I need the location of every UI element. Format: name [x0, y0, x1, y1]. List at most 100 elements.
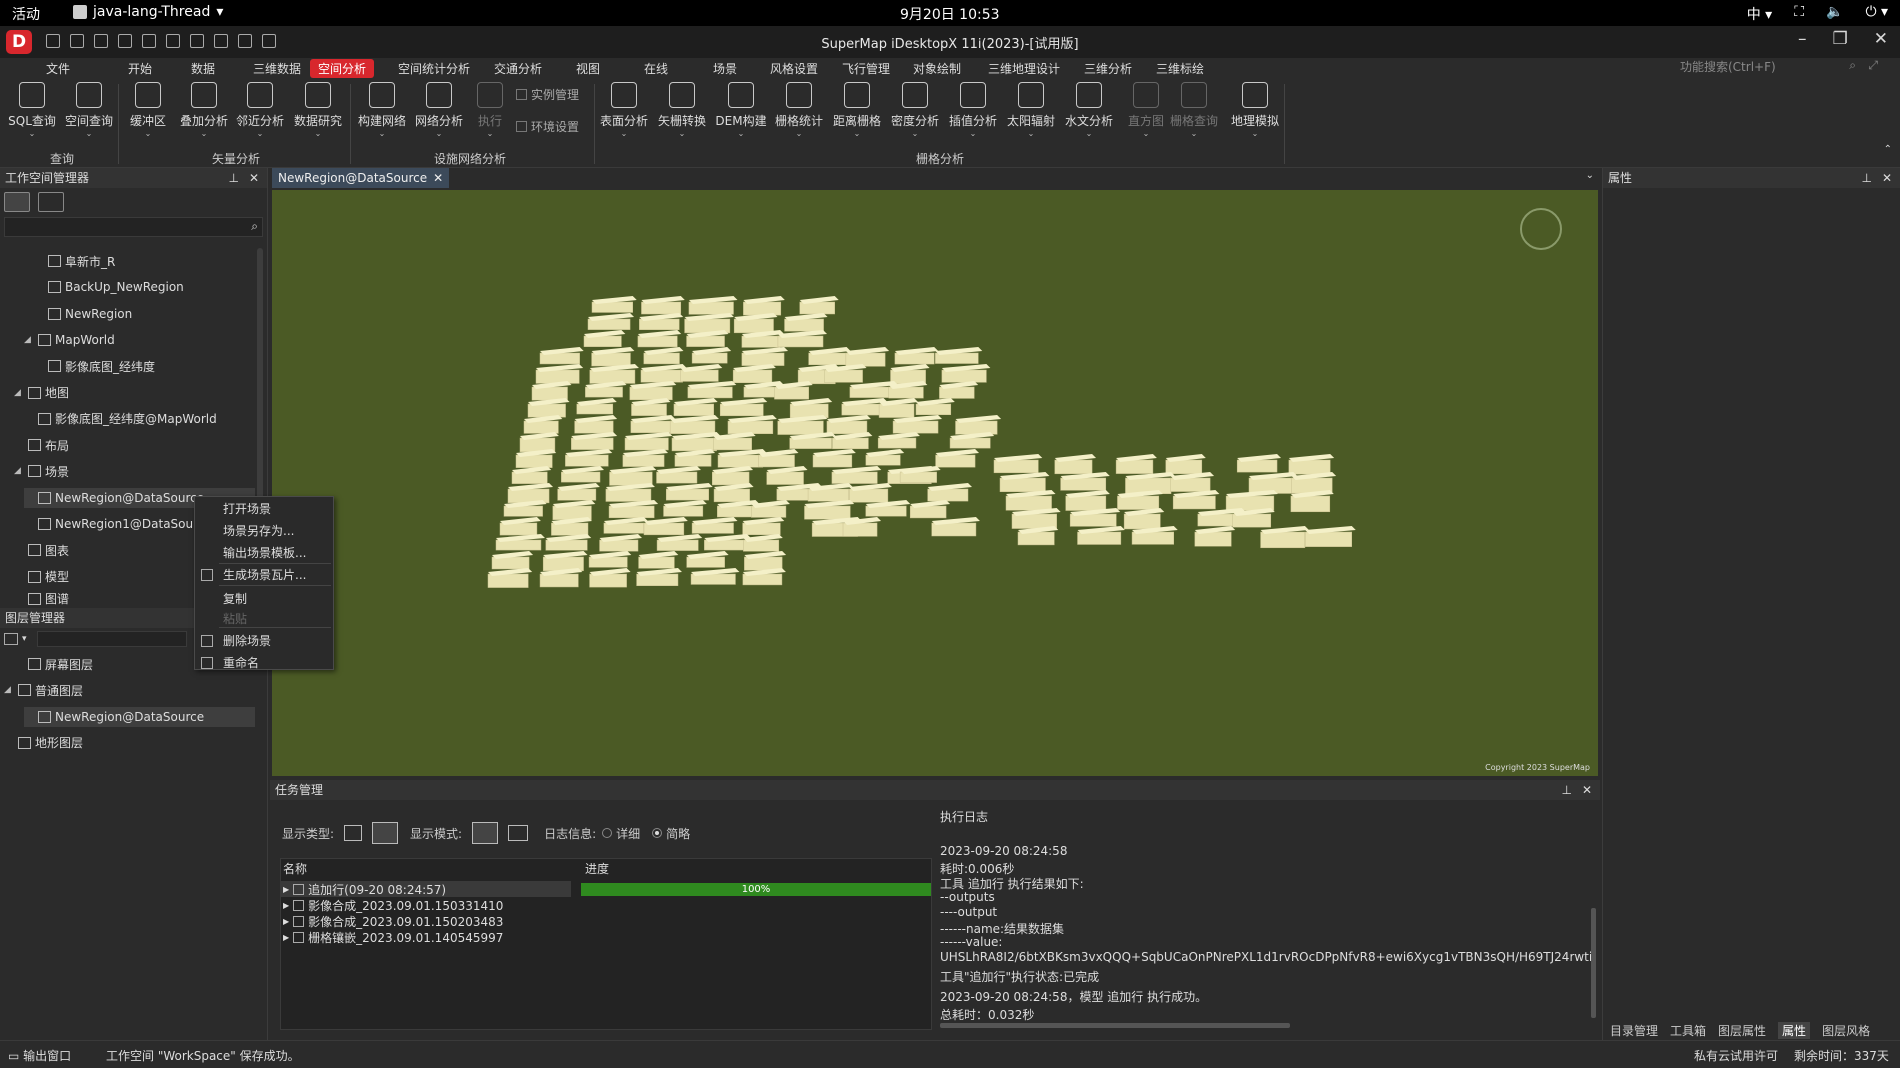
dropdown-arrow-icon[interactable]: ⌄ — [6, 129, 58, 138]
dropdown-arrow-icon[interactable]: ⌄ — [1229, 129, 1281, 138]
ribbon-tab[interactable]: 空间统计分析 — [390, 59, 478, 78]
context-menu-item[interactable]: 输出场景模板... — [195, 543, 333, 563]
input-method[interactable]: 中 ▾ — [1747, 4, 1772, 24]
tree-item[interactable]: ◢ 普通图层 — [4, 680, 255, 700]
context-menu-item[interactable]: 生成场景瓦片... — [195, 565, 333, 585]
log-horizontal-scrollbar[interactable] — [940, 1023, 1290, 1028]
chevron-down-icon[interactable]: ▾ — [22, 634, 27, 644]
app-menu[interactable]: java-lang-Thread ▾ — [73, 4, 223, 20]
column-header-progress[interactable]: 进度 — [585, 859, 609, 879]
tab-list-chevron-icon[interactable]: ⌄ — [1586, 170, 1594, 181]
ribbon-checkbox[interactable]: 环境设置 — [516, 118, 579, 135]
ribbon-button[interactable]: DEM构建 ⌄ — [715, 82, 767, 138]
search-icon[interactable]: ⌕ — [251, 219, 258, 234]
pin-icon[interactable]: ⊥ — [1562, 780, 1572, 800]
tree-item[interactable]: BackUp_NewRegion — [34, 277, 255, 297]
ribbon-button[interactable]: 叠加分析 ⌄ — [178, 82, 230, 138]
tree-scrollbar[interactable] — [257, 248, 263, 528]
ribbon-tab[interactable]: 在线 — [636, 59, 676, 78]
ribbon-tab[interactable]: 文件 — [38, 59, 78, 78]
tree-item[interactable]: ◢ MapWorld — [24, 330, 255, 350]
ribbon-tab[interactable]: 场景 — [705, 59, 745, 78]
tree-item[interactable]: ◢ 场景 — [14, 461, 255, 481]
dropdown-arrow-icon[interactable]: ⌄ — [413, 129, 465, 138]
expand-toggle-icon[interactable]: ◢ — [14, 388, 24, 398]
expand-arrow-icon[interactable]: ▶ — [283, 917, 289, 926]
maximize-icon[interactable]: ❐ — [1833, 29, 1848, 49]
output-window-button[interactable]: ▭ 输出窗口 — [8, 1047, 71, 1064]
expand-arrow-icon[interactable]: ▶ — [283, 901, 289, 910]
ribbon-tab[interactable]: 数据 — [183, 59, 223, 78]
dropdown-arrow-icon[interactable]: ⌄ — [178, 129, 230, 138]
context-menu-item[interactable]: 删除场景 — [195, 631, 333, 651]
ribbon-tab[interactable]: 三维分析 — [1076, 59, 1140, 78]
power-icon[interactable]: ⏻ ▾ — [1865, 4, 1888, 24]
ribbon-button[interactable]: 太阳辐射 ⌄ — [1005, 82, 1057, 138]
dropdown-arrow-icon[interactable]: ⌄ — [773, 129, 825, 138]
dropdown-arrow-icon[interactable]: ⌄ — [947, 129, 999, 138]
ribbon-button[interactable]: 构建网络 ⌄ — [356, 82, 408, 138]
ribbon-button[interactable]: 空间查询 ⌄ — [63, 82, 115, 138]
expand-arrow-icon[interactable]: ▶ — [283, 885, 289, 894]
close-panel-icon[interactable]: ✕ — [249, 168, 259, 188]
tree-item[interactable]: ◢ 地图 — [14, 383, 255, 403]
activities-button[interactable]: 活动 — [12, 4, 40, 24]
ribbon-button[interactable]: SQL查询 ⌄ — [6, 82, 58, 138]
ribbon-tab[interactable]: 三维地理设计 — [980, 59, 1068, 78]
log-type-icon[interactable] — [372, 822, 399, 844]
minimize-icon[interactable]: – — [1798, 29, 1807, 49]
column-mode-icon[interactable] — [508, 825, 529, 841]
context-menu-item[interactable]: 复制 — [195, 589, 333, 609]
ribbon-button[interactable]: 邻近分析 ⌄ — [234, 82, 286, 138]
tree-item[interactable]: 影像底图_经纬度 — [34, 356, 255, 376]
ribbon-button[interactable]: 矢栅转换 ⌄ — [656, 82, 708, 138]
ribbon-button[interactable]: 地理模拟 ⌄ — [1229, 82, 1281, 138]
pin-icon[interactable]: ⊥ — [229, 168, 239, 188]
function-search-input[interactable]: 功能搜索(Ctrl+F) ⌕ ⤢ — [1680, 58, 1880, 76]
ribbon-button[interactable]: 缓冲区 ⌄ — [122, 82, 174, 138]
tree-item[interactable]: 布局 — [14, 435, 255, 455]
close-tab-icon[interactable]: ✕ — [433, 168, 443, 188]
dropdown-arrow-icon[interactable]: ⌄ — [122, 129, 174, 138]
dropdown-arrow-icon[interactable]: ⌄ — [1005, 129, 1057, 138]
expand-toggle-icon[interactable]: ◢ — [14, 466, 24, 476]
tree-item[interactable]: NewRegion@DataSource — [24, 706, 255, 727]
brief-radio[interactable] — [652, 828, 663, 838]
properties-tab[interactable]: 目录管理 — [1610, 1022, 1658, 1039]
tree-item[interactable]: 地形图层 — [4, 733, 255, 753]
context-menu-item[interactable]: 场景另存为... — [195, 521, 333, 541]
clock[interactable]: 9月20日 10:53 — [900, 4, 1000, 24]
tree-item[interactable]: 影像底图_经纬度@MapWorld — [24, 409, 255, 429]
context-menu-item[interactable]: 重命名 — [195, 653, 333, 673]
dropdown-arrow-icon[interactable]: ⌄ — [598, 129, 650, 138]
collapse-ribbon-icon[interactable]: ⌃ — [1884, 144, 1892, 155]
ribbon-tab[interactable]: 对象绘制 — [905, 59, 969, 78]
list-type-icon[interactable] — [344, 825, 363, 841]
dropdown-arrow-icon[interactable]: ⌄ — [1168, 129, 1220, 138]
dropdown-arrow-icon[interactable]: ⌄ — [292, 129, 344, 138]
ribbon-tab[interactable]: 交通分析 — [486, 59, 550, 78]
ribbon-tab[interactable]: 三维数据 — [245, 59, 309, 78]
layer-filter-input[interactable] — [36, 631, 187, 647]
properties-tab[interactable]: 工具箱 — [1670, 1022, 1706, 1039]
properties-tab[interactable]: 图层属性 — [1718, 1022, 1766, 1039]
tab-scene-document[interactable]: NewRegion@DataSource ✕ — [272, 168, 450, 188]
expand-toggle-icon[interactable]: ◢ — [4, 685, 14, 695]
dropdown-arrow-icon[interactable]: ⌄ — [63, 129, 115, 138]
cloud-workspace-icon[interactable] — [38, 192, 64, 212]
ribbon-button[interactable]: 表面分析 ⌄ — [598, 82, 650, 138]
close-panel-icon[interactable]: ✕ — [1582, 780, 1592, 800]
workspace-search-input[interactable]: ⌕ — [4, 217, 263, 237]
ribbon-tab[interactable]: 风格设置 — [762, 59, 826, 78]
ribbon-button[interactable]: 网络分析 ⌄ — [413, 82, 465, 138]
context-menu-item[interactable]: 打开场景 — [195, 499, 333, 519]
close-icon[interactable]: ✕ — [1874, 29, 1888, 49]
dropdown-arrow-icon[interactable]: ⌄ — [656, 129, 708, 138]
task-row[interactable]: ▶ 影像合成_2023.09.01.150203483 — [281, 913, 571, 929]
volume-icon[interactable]: 🔈 — [1826, 4, 1843, 24]
dropdown-arrow-icon[interactable]: ⌄ — [715, 129, 767, 138]
network-icon[interactable]: ⛶ — [1794, 4, 1804, 24]
tree-item[interactable]: NewRegion — [34, 304, 255, 324]
ribbon-tab[interactable]: 飞行管理 — [834, 59, 898, 78]
task-row[interactable]: ▶ 影像合成_2023.09.01.150331410 — [281, 897, 571, 913]
